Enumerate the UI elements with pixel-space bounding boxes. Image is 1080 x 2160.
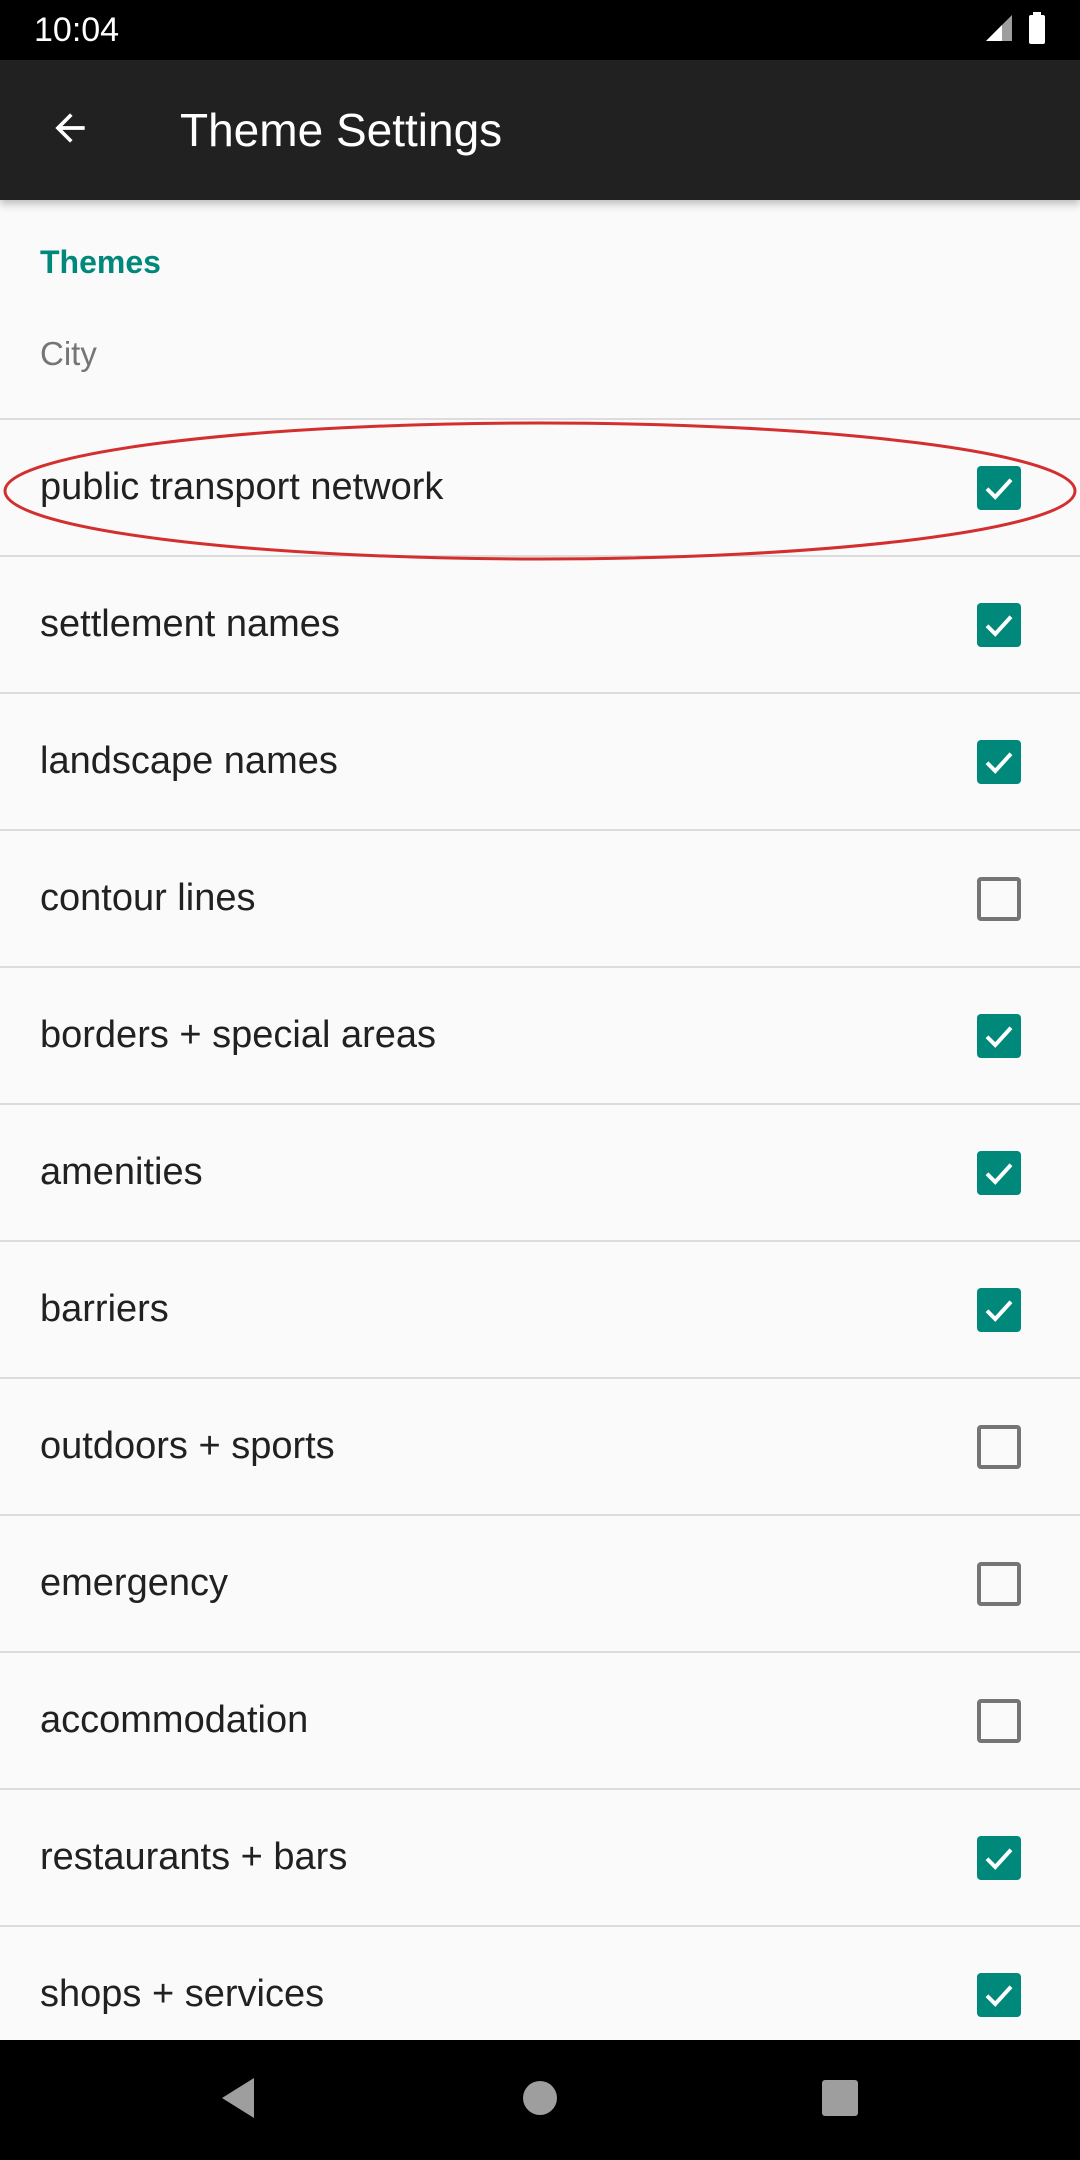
theme-option-label: amenities [40, 1151, 203, 1193]
checkmark-icon [985, 1300, 1013, 1322]
nav-back-button[interactable] [208, 2070, 268, 2130]
theme-option-label: shops + services [40, 1973, 325, 2015]
checkbox-unchecked[interactable] [977, 1562, 1021, 1606]
theme-option-label: contour lines [40, 877, 256, 919]
theme-option-label: landscape names [40, 740, 338, 782]
checkmark-icon [985, 615, 1013, 637]
theme-option-row[interactable]: landscape names [0, 694, 1080, 831]
checkmark-icon [985, 478, 1013, 500]
theme-option-label: accommodation [40, 1699, 309, 1741]
theme-option-row[interactable]: amenities [0, 1105, 1080, 1242]
theme-option-label: borders + special areas [40, 1014, 437, 1056]
status-bar: 10:04 [0, 0, 1080, 60]
theme-option-label: restaurants + bars [40, 1836, 348, 1878]
recents-square-icon [820, 2078, 860, 2123]
theme-option-row[interactable]: contour lines [0, 831, 1080, 968]
checkmark-icon [985, 752, 1013, 774]
checkmark-icon [985, 1848, 1013, 1870]
app-bar: Theme Settings [0, 60, 1080, 200]
navigation-bar [0, 2040, 1080, 2160]
checkbox-checked[interactable] [977, 466, 1021, 510]
arrow-back-icon [48, 106, 92, 155]
theme-options-list: public transport network settlement names… [0, 418, 1080, 2040]
theme-preference[interactable]: City [0, 310, 1080, 418]
status-icons [984, 11, 1046, 49]
settings-content: Themes City public transport network sett… [0, 200, 1080, 2040]
theme-option-label: public transport network [40, 466, 444, 508]
theme-option-row[interactable]: restaurants + bars [0, 1790, 1080, 1927]
screen: 10:04 Theme Settings Themes City public … [0, 0, 1080, 2160]
back-triangle-icon [218, 2076, 258, 2125]
nav-home-button[interactable] [510, 2070, 570, 2130]
back-button[interactable] [30, 90, 110, 170]
signal-icon [984, 13, 1014, 48]
theme-option-label: settlement names [40, 603, 340, 645]
checkbox-checked[interactable] [977, 1288, 1021, 1332]
theme-option-row[interactable]: outdoors + sports [0, 1379, 1080, 1516]
theme-option-row[interactable]: accommodation [0, 1653, 1080, 1790]
checkmark-icon [985, 1163, 1013, 1185]
theme-option-row[interactable]: settlement names [0, 557, 1080, 694]
home-circle-icon [520, 2078, 560, 2123]
status-time: 10:04 [34, 11, 120, 49]
theme-option-label: barriers [40, 1288, 169, 1330]
checkbox-checked[interactable] [977, 740, 1021, 784]
checkbox-unchecked[interactable] [977, 1699, 1021, 1743]
theme-option-row[interactable]: barriers [0, 1242, 1080, 1379]
theme-option-row[interactable]: emergency [0, 1516, 1080, 1653]
checkbox-checked[interactable] [977, 1014, 1021, 1058]
theme-option-row[interactable]: shops + services [0, 1927, 1080, 2040]
page-title: Theme Settings [180, 104, 503, 156]
checkmark-icon [985, 1985, 1013, 2007]
theme-value: City [40, 335, 97, 372]
checkbox-unchecked[interactable] [977, 877, 1021, 921]
theme-option-row[interactable]: borders + special areas [0, 968, 1080, 1105]
checkbox-unchecked[interactable] [977, 1425, 1021, 1469]
checkbox-checked[interactable] [977, 1836, 1021, 1880]
battery-icon [1028, 11, 1046, 49]
nav-recents-button[interactable] [810, 2070, 870, 2130]
checkbox-checked[interactable] [977, 603, 1021, 647]
theme-option-label: outdoors + sports [40, 1425, 335, 1467]
checkbox-checked[interactable] [977, 1973, 1021, 2017]
section-header-themes: Themes [40, 244, 161, 280]
checkbox-checked[interactable] [977, 1151, 1021, 1195]
theme-option-row[interactable]: public transport network [0, 420, 1080, 557]
checkmark-icon [985, 1026, 1013, 1048]
theme-option-label: emergency [40, 1562, 228, 1604]
